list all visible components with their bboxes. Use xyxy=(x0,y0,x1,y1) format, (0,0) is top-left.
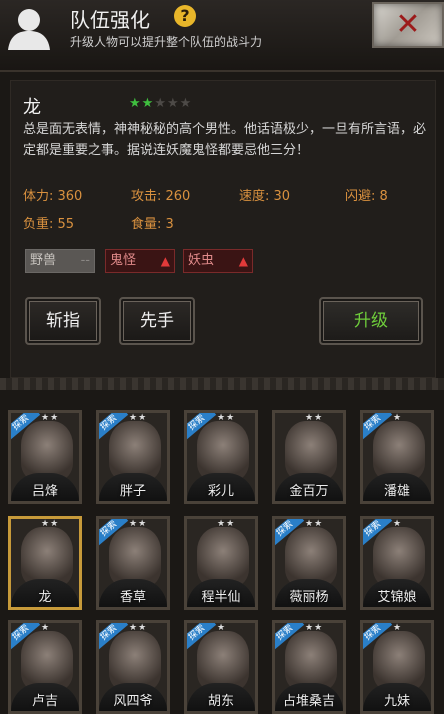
hero-card-name: 卢吉 xyxy=(31,694,58,709)
hero-portrait xyxy=(285,421,337,481)
neutral-dash-icon: -- xyxy=(80,253,90,268)
hero-card-stars: ★ xyxy=(393,519,403,529)
hero-card[interactable]: 探索 ★★ 胖子 xyxy=(96,410,170,504)
hero-portrait xyxy=(21,421,73,481)
hero-card[interactable]: 探索 ★★ 薇丽杨 xyxy=(272,516,346,610)
hero-portrait xyxy=(373,631,425,691)
hero-card-name: 胡东 xyxy=(207,694,234,709)
hero-card-stars: ★★ xyxy=(129,623,148,633)
hero-silhouette-icon xyxy=(8,9,50,50)
stat-load: 负重: 55 xyxy=(23,217,75,232)
star-empty-icon: ★ xyxy=(166,96,180,111)
hero-portrait xyxy=(109,421,161,481)
tag-beast-label: 野兽 xyxy=(30,253,57,268)
stat-food: 食量: 3 xyxy=(131,217,174,232)
skill-first-strike-button[interactable]: 先手 xyxy=(119,297,195,345)
hero-card[interactable]: 探索 ★★ 风四爷 xyxy=(96,620,170,714)
hero-portrait xyxy=(197,631,249,691)
tag-beast: 野兽 -- xyxy=(25,249,95,273)
hero-detail-panel: 龙 ★★★★★ 总是面无表情，神神秘秘的高个男性。他话语极少，一旦有所言语，必定… xyxy=(10,80,436,378)
hero-portrait xyxy=(285,527,337,587)
star-empty-icon: ★ xyxy=(179,96,193,111)
hero-card-stars: ★★ xyxy=(217,519,236,529)
stat-hp: 体力: 360 xyxy=(23,189,83,204)
hero-name: 龙 xyxy=(23,97,41,118)
star-icon: ★ xyxy=(141,96,155,111)
hero-portrait xyxy=(373,421,425,481)
hero-card-name: 占堆桑吉 xyxy=(282,694,335,709)
page-title: 队伍强化 xyxy=(70,8,150,32)
help-icon[interactable]: ? xyxy=(174,5,196,27)
hero-card-name: 龙 xyxy=(38,590,52,605)
hero-card-stars: ★★ xyxy=(217,413,236,423)
hero-card-stars: ★ xyxy=(393,413,403,423)
arrow-up-icon: ▲ xyxy=(238,254,248,268)
section-divider xyxy=(0,378,444,390)
hero-portrait xyxy=(197,527,249,587)
hero-card-name: 风四爷 xyxy=(113,694,153,709)
hero-card[interactable]: 探索 ★ 艾锦娘 xyxy=(360,516,434,610)
tag-ghost: 鬼怪 ▲ xyxy=(105,249,175,273)
hero-card-name: 胖子 xyxy=(119,484,146,499)
hero-card-name: 吕烽 xyxy=(31,484,58,499)
hero-card[interactable]: 探索 ★ 九妹 xyxy=(360,620,434,714)
hero-card[interactable]: ★★ 金百万 xyxy=(272,410,346,504)
hero-card[interactable]: 探索 ★ 潘雄 xyxy=(360,410,434,504)
stat-attack: 攻击: 260 xyxy=(131,189,191,204)
hero-portrait xyxy=(285,631,337,691)
hero-portrait xyxy=(109,631,161,691)
hero-card-stars: ★★ xyxy=(41,519,60,529)
stat-dodge: 闪避: 8 xyxy=(345,189,388,204)
hero-card-name: 薇丽杨 xyxy=(289,590,329,605)
hero-card-stars: ★★ xyxy=(305,413,324,423)
star-icon: ★ xyxy=(129,96,142,111)
hero-card-stars: ★★ xyxy=(129,519,148,529)
tag-demon: 妖虫 ▲ xyxy=(183,249,253,273)
hero-card[interactable]: 探索 ★ 胡东 xyxy=(184,620,258,714)
header-bar: 队伍强化 ? 升级人物可以提升整个队伍的战斗力 ✕ xyxy=(0,0,444,72)
arrow-up-icon: ▲ xyxy=(160,254,170,268)
hero-card-name: 艾锦娘 xyxy=(377,590,417,605)
hero-star-rating: ★★★★★ xyxy=(129,96,192,111)
hero-card-stars: ★ xyxy=(393,623,403,633)
hero-card-stars: ★★ xyxy=(305,519,324,529)
close-icon: ✕ xyxy=(395,7,421,42)
tag-ghost-label: 鬼怪 xyxy=(110,253,137,268)
star-empty-icon: ★ xyxy=(154,96,167,111)
stat-speed: 速度: 30 xyxy=(239,189,291,204)
hero-card[interactable]: 探索 ★★ 彩儿 xyxy=(184,410,258,504)
hero-card-name: 香草 xyxy=(119,590,146,605)
hero-card-stars: ★★ xyxy=(129,413,148,423)
hero-card[interactable]: 探索 ★★ 占堆桑吉 xyxy=(272,620,346,714)
hero-portrait xyxy=(197,421,249,481)
hero-portrait xyxy=(21,631,73,691)
hero-card[interactable]: ★★ 龙 xyxy=(8,516,82,610)
tag-demon-label: 妖虫 xyxy=(188,253,215,268)
hero-description: 总是面无表情，神神秘秘的高个男性。他话语极少，一旦有所言语，必定都是重要之事。据… xyxy=(23,122,427,158)
hero-portrait xyxy=(109,527,161,587)
hero-card-stars: ★ xyxy=(217,623,227,633)
hero-card[interactable]: ★★ 程半仙 xyxy=(184,516,258,610)
hero-card-name: 彩儿 xyxy=(207,484,234,499)
page-subtitle: 升级人物可以提升整个队伍的战斗力 xyxy=(70,35,263,49)
upgrade-button[interactable]: 升级 xyxy=(319,297,423,345)
close-button[interactable]: ✕ xyxy=(372,2,444,48)
hero-card-stars: ★ xyxy=(41,623,51,633)
hero-card-name: 程半仙 xyxy=(201,590,241,605)
skill-slash-button[interactable]: 斩指 xyxy=(25,297,101,345)
hero-card[interactable]: 探索 ★★ 吕烽 xyxy=(8,410,82,504)
hero-card-name: 九妹 xyxy=(383,694,410,709)
hero-card[interactable]: 探索 ★ 卢吉 xyxy=(8,620,82,714)
hero-card-name: 潘雄 xyxy=(383,484,410,499)
hero-card-stars: ★★ xyxy=(41,413,60,423)
hero-portrait xyxy=(21,527,73,587)
hero-card-name: 金百万 xyxy=(289,484,329,499)
hero-portrait xyxy=(373,527,425,587)
hero-card-stars: ★★ xyxy=(305,623,324,633)
hero-card[interactable]: 探索 ★★ 香草 xyxy=(96,516,170,610)
